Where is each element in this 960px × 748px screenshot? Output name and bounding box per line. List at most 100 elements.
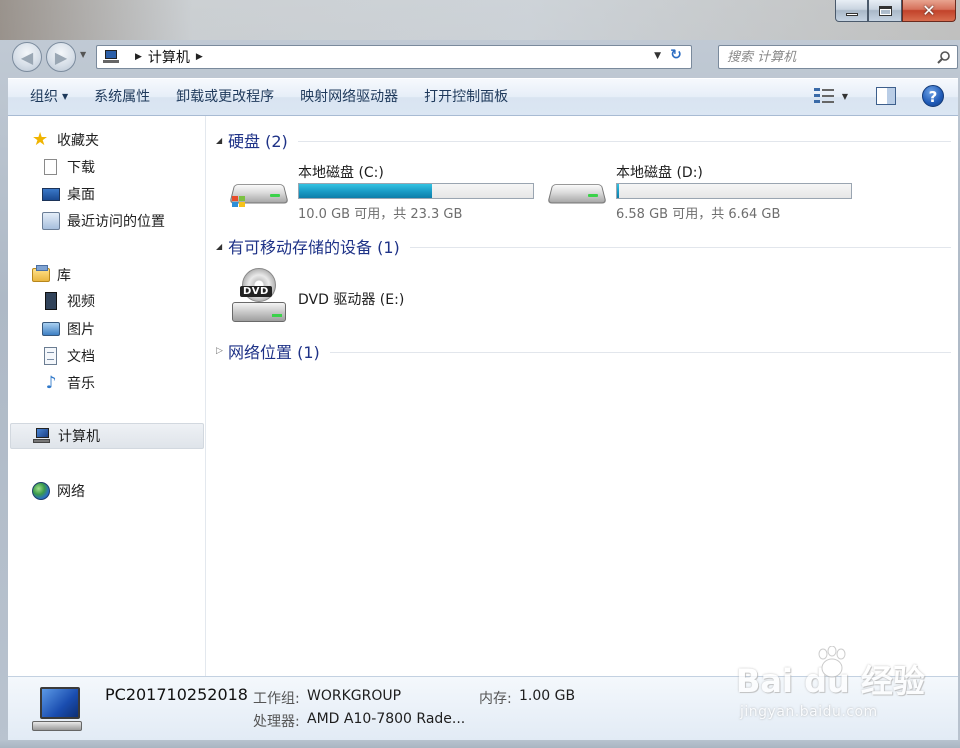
dvd-badge: DVD (240, 286, 272, 297)
sidebar-item-recent-places[interactable]: 最近访问的位置 (42, 211, 165, 231)
memory-label: 内存: (479, 691, 512, 707)
group-header-removable-storage[interactable]: ◢ 有可移动存储的设备 (1) (216, 235, 951, 257)
capacity-fill (617, 184, 620, 198)
chevron-down-icon: ▼ (62, 92, 69, 101)
computer-icon (33, 427, 51, 445)
video-icon (45, 292, 57, 310)
sidebar-item-downloads[interactable]: 下载 (42, 157, 95, 177)
baidu-paw-icon (818, 646, 846, 678)
change-view-icon[interactable] (813, 87, 836, 105)
drive-d[interactable]: 本地磁盘 (D:) 6.58 GB 可用，共 6.64 GB (547, 162, 868, 222)
sidebar-item-label: 库 (57, 268, 71, 284)
capacity-fill (299, 184, 433, 198)
library-icon (32, 265, 50, 282)
recent-places-icon (42, 212, 60, 230)
watermark-url: jingyan.baidu.com (740, 704, 878, 720)
maximize-icon (878, 5, 892, 16)
group-divider (409, 246, 951, 248)
windows-logo-icon (232, 196, 246, 208)
window-frame-bottom (0, 740, 960, 748)
processor-label: 处理器: (253, 714, 300, 730)
hard-disk-icon (547, 174, 607, 214)
minimize-icon (845, 13, 858, 16)
sidebar-item-label: 图片 (67, 322, 95, 338)
address-dropdown-icon[interactable]: ▼ (654, 51, 661, 61)
group-title: 网络位置 (1) (228, 343, 320, 362)
desktop-icon (42, 187, 60, 201)
group-header-network-locations[interactable]: ▷ 网络位置 (1) (216, 340, 951, 362)
minimize-button[interactable] (835, 0, 868, 22)
maximize-button[interactable] (868, 0, 902, 22)
expanded-triangle-icon: ◢ (216, 241, 223, 251)
organize-button[interactable]: 组织 ▼ (20, 82, 78, 112)
sidebar-item-pictures[interactable]: 图片 (42, 319, 95, 339)
search-input[interactable] (727, 49, 927, 65)
drive-free-space: 10.0 GB 可用，共 23.3 GB (298, 207, 463, 222)
organize-label: 组织 (30, 89, 58, 105)
breadcrumb-separator-icon[interactable]: ▶ (196, 52, 203, 62)
network-globe-icon (32, 482, 50, 500)
sidebar-item-music[interactable]: ♪ 音乐 (42, 373, 95, 393)
sidebar-item-favorites[interactable]: ★ 收藏夹 (32, 130, 99, 150)
downloads-folder-icon (44, 159, 57, 175)
address-bar[interactable]: ▶ 计算机 ▶ ▼ ↻ (96, 45, 692, 69)
sidebar-item-label: 音乐 (67, 376, 95, 392)
sidebar-item-label: 收藏夹 (57, 133, 99, 149)
dvd-drive-icon: DVD (230, 268, 290, 326)
computer-name: PC201710252018 (105, 685, 248, 704)
processor-value: AMD A10-7800 Rade... (307, 711, 466, 727)
computer-icon (32, 687, 86, 737)
sidebar-item-label: 下载 (67, 160, 95, 176)
toolbar-right: ▼ ? (813, 85, 944, 107)
recent-pages-dropdown[interactable]: ▼ (80, 50, 86, 59)
view-options-dropdown-icon[interactable]: ▼ (842, 92, 848, 101)
expanded-triangle-icon: ◢ (216, 135, 223, 145)
close-button[interactable]: ✕ (902, 0, 956, 22)
command-bar: 组织 ▼ 系统属性 卸载或更改程序 映射网络驱动器 打开控制面板 ▼ ? (8, 78, 958, 116)
refresh-icon[interactable]: ↻ (665, 47, 687, 67)
group-header-hard-disks[interactable]: ◢ 硬盘 (2) (216, 129, 951, 151)
drive-e-dvd[interactable]: DVD DVD 驱动器 (E:) (230, 268, 550, 328)
system-properties-button[interactable]: 系统属性 (84, 82, 160, 112)
drive-c[interactable]: 本地磁盘 (C:) 10.0 GB 可用，共 23.3 GB (229, 162, 550, 222)
documents-icon (44, 347, 57, 365)
sidebar-item-label: 视频 (67, 294, 95, 310)
uninstall-program-button[interactable]: 卸载或更改程序 (166, 82, 284, 112)
collapsed-triangle-icon: ▷ (216, 346, 223, 356)
preview-pane-icon[interactable] (876, 87, 896, 105)
drive-label: 本地磁盘 (C:) (298, 165, 384, 181)
memory-value: 1.00 GB (519, 688, 576, 704)
capacity-bar (616, 183, 852, 199)
client-area: ★ 收藏夹 下载 桌面 最近访问的位置 库 视频 图片 文档 ♪ 音乐 计算机 … (8, 116, 958, 676)
sidebar-item-label: 网络 (57, 484, 85, 500)
sidebar-item-desktop[interactable]: 桌面 (42, 184, 95, 204)
drive-label: 本地磁盘 (D:) (616, 165, 703, 181)
baidu-watermark: Bai du 经验 jingyan.baidu.com (736, 646, 946, 728)
sidebar-item-documents[interactable]: 文档 (42, 346, 95, 366)
workgroup-label: 工作组: (253, 691, 300, 707)
close-icon: ✕ (922, 0, 936, 20)
map-network-drive-button[interactable]: 映射网络驱动器 (290, 82, 408, 112)
sidebar-item-label: 桌面 (67, 187, 95, 203)
breadcrumb-separator-icon[interactable]: ▶ (135, 52, 142, 62)
help-icon[interactable]: ? (922, 85, 944, 107)
sidebar-item-label: 计算机 (58, 429, 100, 445)
pictures-icon (42, 322, 60, 336)
capacity-bar (298, 183, 534, 199)
forward-button[interactable]: ▶ (46, 42, 76, 72)
group-title: 硬盘 (2) (228, 132, 288, 151)
workgroup-value: WORKGROUP (307, 688, 402, 704)
sidebar-item-videos[interactable]: 视频 (42, 291, 95, 311)
sidebar-item-label: 文档 (67, 349, 95, 365)
sidebar-item-computer[interactable]: 计算机 (10, 423, 204, 449)
back-button[interactable]: ◀ (12, 42, 42, 72)
content-pane: ◢ 硬盘 (2) 本地磁盘 (C:) 10.0 GB 可用，共 23.3 GB (206, 116, 958, 676)
forward-arrow-icon: ▶ (54, 47, 68, 67)
search-box (718, 45, 958, 69)
open-control-panel-button[interactable]: 打开控制面板 (414, 82, 518, 112)
sidebar-item-libraries[interactable]: 库 (32, 265, 71, 285)
search-icon[interactable] (937, 50, 951, 64)
breadcrumb-computer[interactable]: 计算机 (148, 47, 190, 67)
sidebar-item-network[interactable]: 网络 (32, 481, 85, 501)
drive-free-space: 6.58 GB 可用，共 6.64 GB (616, 207, 781, 222)
